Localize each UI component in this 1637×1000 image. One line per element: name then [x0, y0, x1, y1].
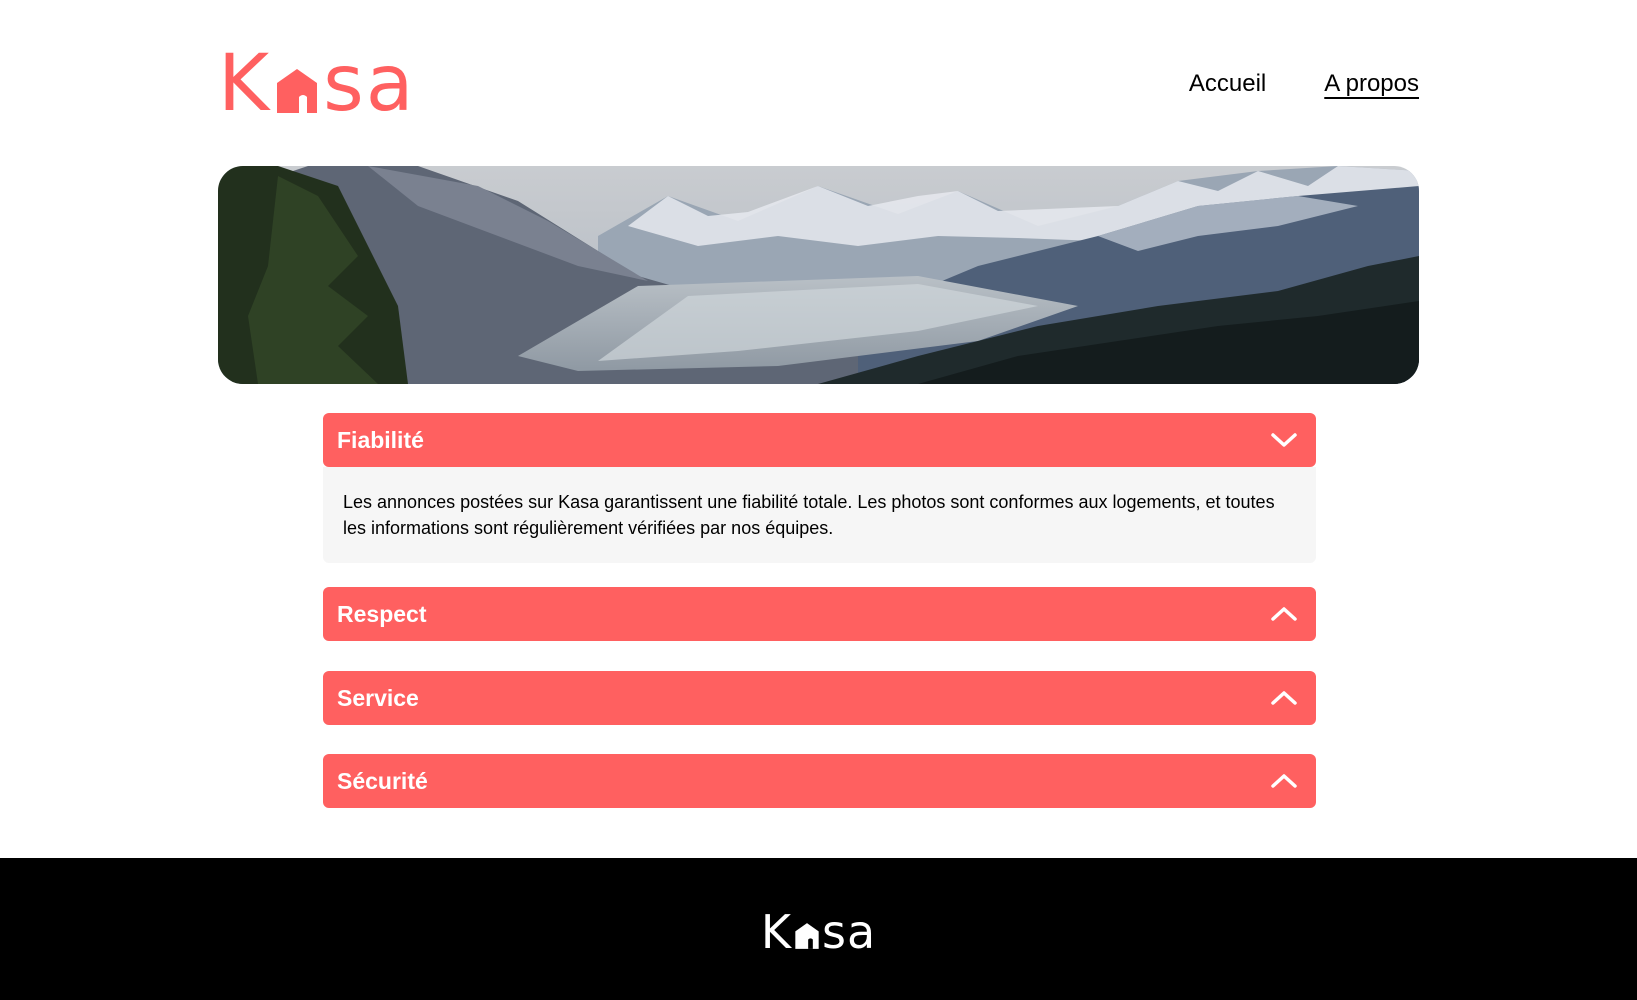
house-icon: [795, 923, 819, 949]
chevron-up-icon[interactable]: [1270, 605, 1298, 623]
collapse-title: Service: [337, 684, 419, 711]
logo-letter-k: K: [218, 39, 272, 129]
about-page: K sa Accueil A propos Fiabilité Les anno…: [0, 0, 1637, 1000]
collapse-header-securite[interactable]: Sécurité: [323, 754, 1316, 808]
house-icon: [277, 69, 318, 113]
site-footer: K sa: [0, 858, 1637, 1000]
nav-link-a-propos[interactable]: A propos: [1324, 70, 1419, 98]
collapse-fiabilite: Fiabilité Les annonces postées sur Kasa …: [323, 413, 1316, 563]
mountain-landscape-image: [218, 166, 1419, 384]
collapse-title: Fiabilité: [337, 426, 424, 453]
kasa-logo[interactable]: K sa: [218, 45, 416, 123]
chevron-down-icon[interactable]: [1270, 431, 1298, 449]
logo-letters-sa: sa: [323, 39, 416, 129]
footer-kasa-logo: K sa: [761, 909, 876, 955]
chevron-up-icon[interactable]: [1270, 689, 1298, 707]
collapse-header-respect[interactable]: Respect: [323, 587, 1316, 641]
collapse-service: Service: [323, 671, 1316, 725]
collapse-respect: Respect: [323, 587, 1316, 641]
collapse-securite: Sécurité: [323, 754, 1316, 808]
chevron-up-icon[interactable]: [1270, 772, 1298, 790]
site-header: K sa Accueil A propos: [218, 44, 1419, 124]
mountain-banner: [218, 166, 1419, 384]
collapse-title: Sécurité: [337, 767, 428, 794]
main-nav: Accueil A propos: [1189, 70, 1419, 98]
logo-letters-sa: sa: [822, 905, 877, 959]
collapse-body-fiabilite: Les annonces postées sur Kasa garantisse…: [323, 467, 1316, 563]
nav-link-accueil[interactable]: Accueil: [1189, 70, 1266, 98]
logo-letter-k: K: [760, 905, 792, 959]
collapse-title: Respect: [337, 600, 427, 627]
collapse-header-service[interactable]: Service: [323, 671, 1316, 725]
collapse-header-fiabilite[interactable]: Fiabilité: [323, 413, 1316, 467]
